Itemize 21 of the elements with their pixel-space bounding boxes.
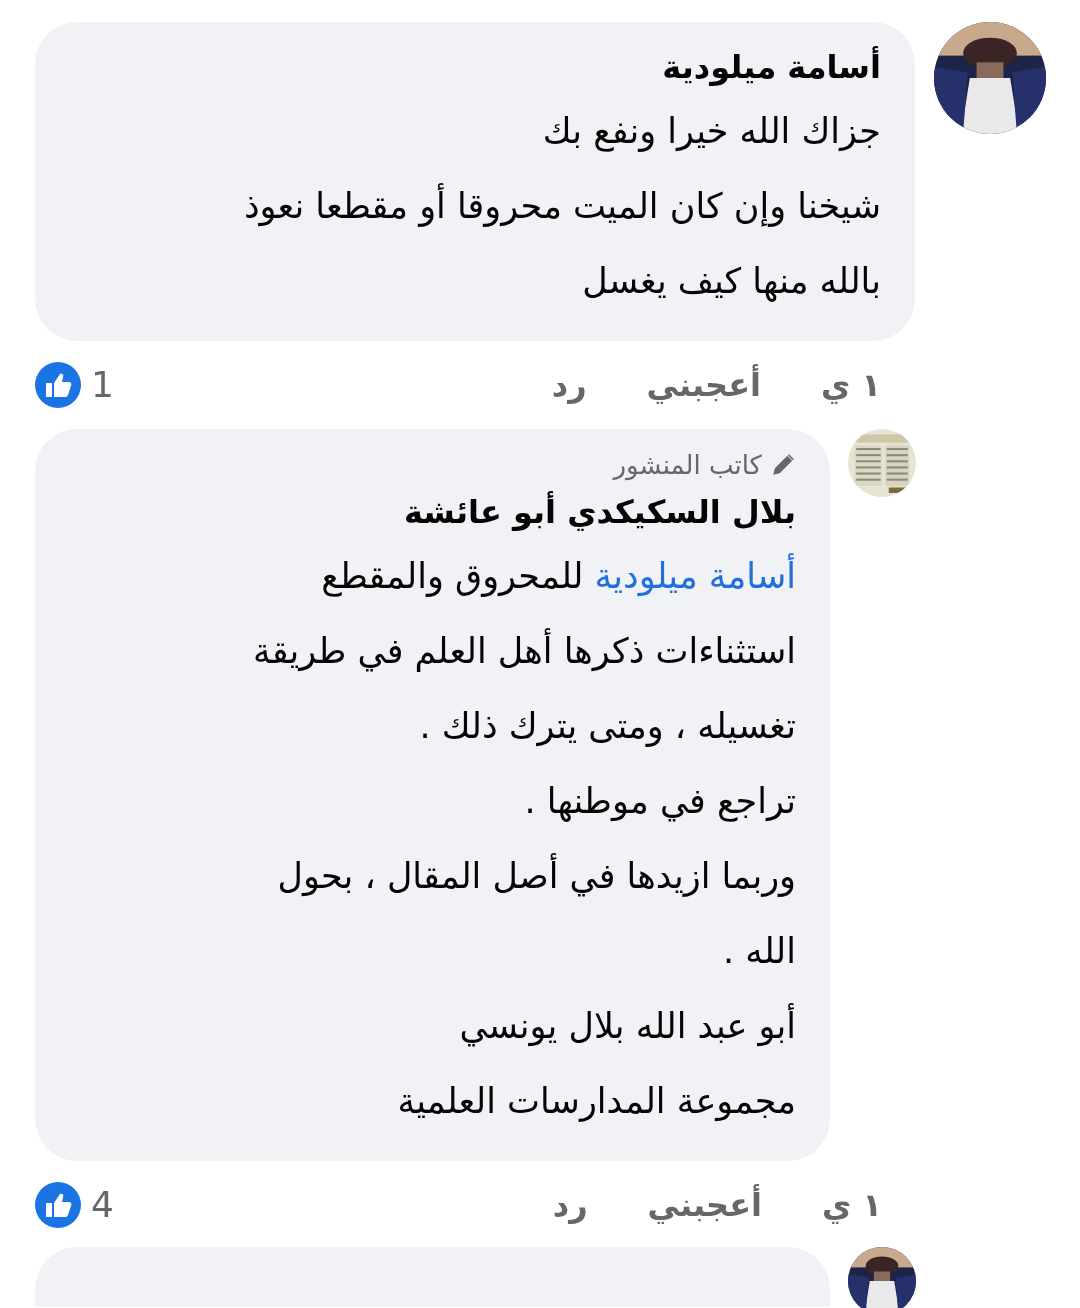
comment-text: الله . <box>723 931 796 971</box>
comment-text: تغسيله ، ومتى يترك ذلك . <box>419 706 796 746</box>
comment-text: تراجع في موطنها . <box>524 781 796 821</box>
comment-text: مجموعة المدارسات العلمية <box>397 1081 796 1121</box>
like-count: 1 <box>91 363 114 407</box>
author-name[interactable]: أسامة ميلودية <box>662 48 881 86</box>
author-name[interactable]: بلال السكيكدي أبو عائشة <box>403 493 796 531</box>
pencil-icon <box>770 452 796 478</box>
like-icon <box>35 362 81 408</box>
comment-text: بالله منها كيف يغسل <box>582 261 881 301</box>
comment-time: ١ ي <box>822 1185 882 1226</box>
comment-time: ١ ي <box>821 365 881 406</box>
comment-text: للمحروق والمقطع <box>321 556 584 596</box>
reply-link[interactable]: رد <box>551 361 587 409</box>
reply-link[interactable]: رد <box>552 1181 588 1229</box>
like-link[interactable]: أعجبني <box>646 361 761 409</box>
author-label: كاتب المنشور <box>613 449 762 483</box>
like-icon <box>35 1182 81 1228</box>
like-count: 4 <box>91 1183 114 1227</box>
comment-text: جزاك الله خيرا ونفع بك <box>542 111 881 151</box>
like-link[interactable]: أعجبني <box>647 1181 762 1229</box>
